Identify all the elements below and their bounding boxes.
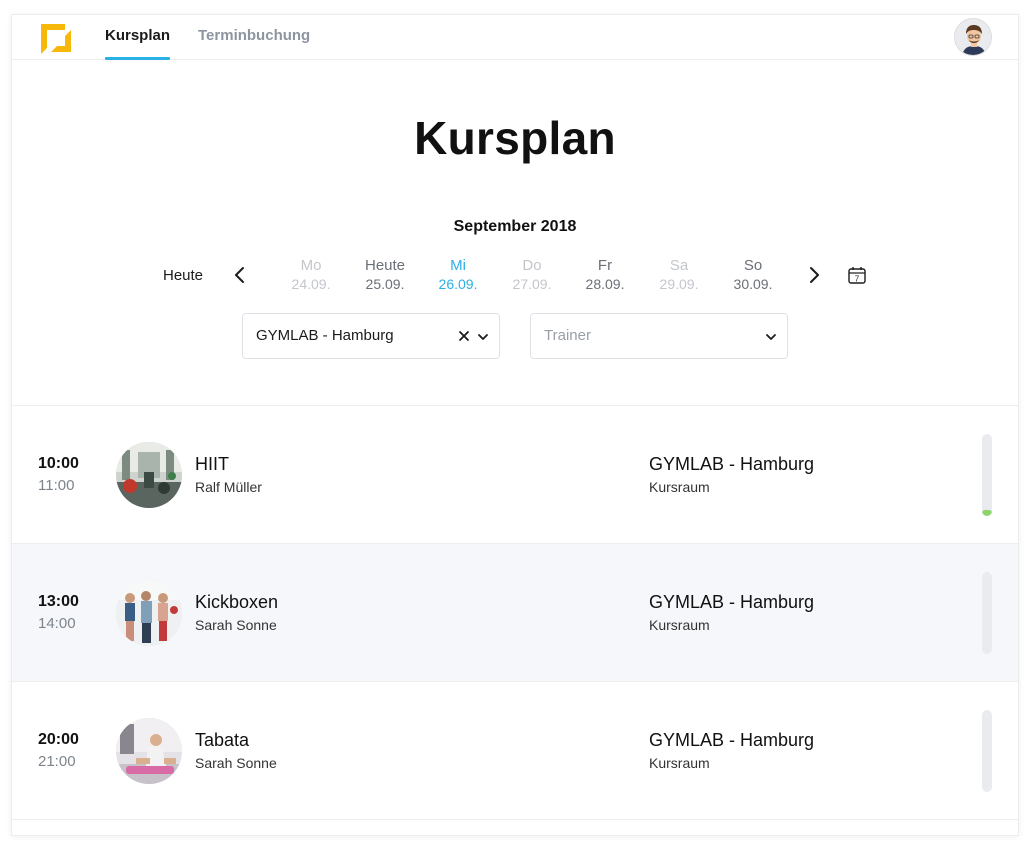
day-date: 26.09.	[438, 276, 478, 292]
capacity-bar	[982, 710, 992, 792]
course-trainer: Ralf Müller	[195, 479, 262, 495]
course-name: HIIT	[195, 454, 229, 474]
course-room: Kursraum	[649, 479, 710, 495]
gymlab-logo[interactable]	[37, 18, 77, 58]
day-mo[interactable]: Mo 24.09.	[283, 257, 339, 293]
start-time: 20:00	[38, 731, 79, 748]
capacity-bar	[982, 572, 992, 654]
tab-terminbuchung[interactable]: Terminbuchung	[198, 27, 310, 60]
page-title: Kursplan	[414, 112, 616, 164]
end-time: 11:00	[38, 477, 75, 494]
day-date: 30.09.	[733, 276, 773, 292]
course-image	[116, 442, 182, 508]
course-room: Kursraum	[649, 617, 710, 633]
day-name: So	[743, 257, 763, 274]
course-location: GYMLAB - Hamburg	[649, 454, 815, 474]
trainer-select[interactable]: Trainer	[530, 313, 788, 359]
day-fr[interactable]: Fr 28.09.	[577, 257, 633, 293]
course-list: 10:00 11:00 HIIT Ralf Müller GYMLAB - Ha…	[12, 405, 1018, 820]
clear-icon[interactable]	[457, 329, 471, 343]
day-mi[interactable]: Mi 26.09.	[430, 257, 486, 293]
day-name: Heute	[364, 257, 406, 274]
trainer-select-placeholder: Trainer	[544, 327, 591, 344]
day-date: 25.09.	[365, 276, 405, 292]
location-select[interactable]: GYMLAB - Hamburg	[242, 313, 500, 359]
course-name: Kickboxen	[195, 592, 279, 612]
course-row[interactable]: 10:00 11:00 HIIT Ralf Müller GYMLAB - Ha…	[12, 406, 1018, 544]
chevron-left-icon[interactable]	[230, 265, 250, 285]
today-button[interactable]: Heute	[163, 267, 203, 284]
chevron-down-icon[interactable]	[764, 330, 778, 344]
location-select-value: GYMLAB - Hamburg	[256, 327, 394, 344]
day-sa[interactable]: Sa 29.09.	[651, 257, 707, 293]
course-trainer: Sarah Sonne	[195, 755, 277, 771]
course-location: GYMLAB - Hamburg	[649, 592, 815, 612]
day-name: Mo	[300, 257, 322, 274]
day-name: Sa	[669, 257, 689, 274]
course-image	[116, 580, 182, 646]
start-time: 10:00	[38, 455, 79, 472]
end-time: 14:00	[38, 615, 76, 632]
capacity-bar	[982, 434, 992, 516]
day-date: 28.09.	[585, 276, 625, 292]
day-date: 24.09.	[291, 276, 331, 292]
course-trainer: Sarah Sonne	[195, 617, 277, 633]
day-heute[interactable]: Heute 25.09.	[357, 257, 413, 293]
calendar-icon[interactable]: 7	[847, 265, 867, 285]
day-do[interactable]: Do 27.09.	[504, 257, 560, 293]
day-date: 29.09.	[659, 276, 699, 292]
calendar-icon-number: 7	[855, 275, 860, 284]
course-image	[116, 718, 182, 784]
course-location: GYMLAB - Hamburg	[649, 730, 815, 750]
end-time: 21:00	[38, 753, 76, 770]
day-name: Do	[522, 257, 542, 274]
course-row[interactable]: 20:00 21:00 Tabata Sarah Sonne GYMLAB - …	[12, 682, 1018, 820]
start-time: 13:00	[38, 593, 79, 610]
course-name: Tabata	[195, 730, 250, 750]
chevron-down-icon[interactable]	[476, 330, 490, 344]
day-name: Mi	[450, 257, 466, 274]
capacity-fill	[982, 510, 992, 516]
tab-kursplan[interactable]: Kursplan	[105, 27, 171, 60]
chevron-right-icon[interactable]	[804, 265, 824, 285]
day-so[interactable]: So 30.09.	[725, 257, 781, 293]
course-room: Kursraum	[649, 755, 710, 771]
app-window: Kursplan Terminbuchung Kursplan Septembe…	[11, 14, 1019, 836]
day-date: 27.09.	[512, 276, 552, 292]
top-navigation: Kursplan Terminbuchung	[12, 15, 1018, 60]
day-name: Fr	[597, 257, 613, 274]
user-avatar[interactable]	[954, 18, 992, 56]
avatar-icon	[955, 19, 991, 55]
course-row[interactable]: 13:00 14:00 Kickboxen Sarah Sonne GYMLAB…	[12, 544, 1018, 682]
month-label: September 2018	[453, 218, 577, 235]
